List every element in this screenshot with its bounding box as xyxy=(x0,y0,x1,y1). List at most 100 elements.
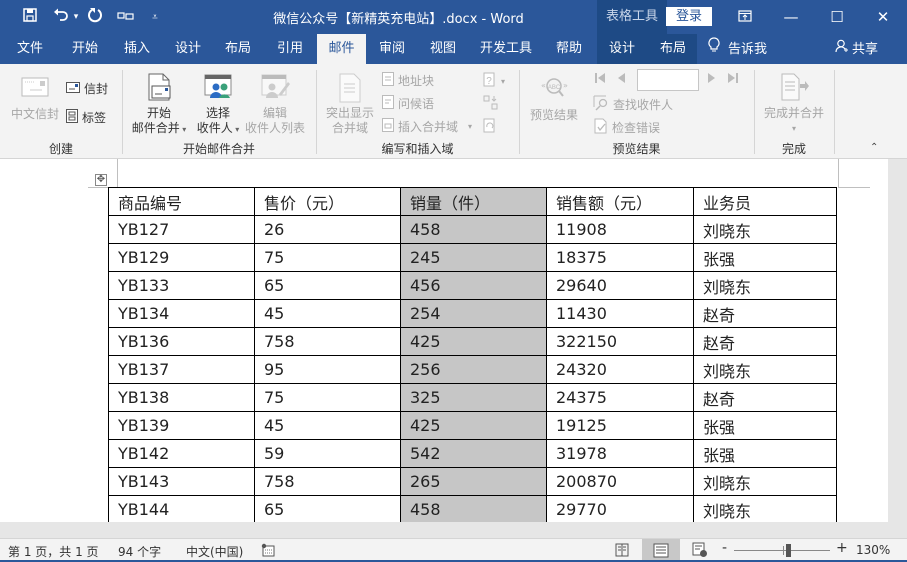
last-record-icon[interactable] xyxy=(727,72,739,87)
preview-results-button[interactable]: ABC « » 预览结果 xyxy=(526,76,582,123)
table-cell[interactable]: 265 xyxy=(400,467,547,496)
table-cell[interactable]: 赵奇 xyxy=(693,383,837,412)
table-cell[interactable]: 75 xyxy=(254,383,401,412)
table-cell[interactable]: 11908 xyxy=(546,215,694,244)
table-cell[interactable]: YB129 xyxy=(108,243,255,272)
tell-me-search[interactable]: 告诉我 xyxy=(708,34,788,64)
table-cell[interactable]: 刘晓东 xyxy=(693,467,837,496)
tab-references[interactable]: 引用 xyxy=(267,34,313,64)
tab-review[interactable]: 审阅 xyxy=(370,34,414,64)
table-header-cell[interactable]: 业务员 xyxy=(693,187,837,216)
zoom-slider-thumb[interactable] xyxy=(786,544,791,557)
table-cell[interactable]: 29640 xyxy=(546,271,694,300)
table-move-handle-icon[interactable]: ✥ xyxy=(95,174,107,186)
table-cell[interactable]: 425 xyxy=(400,327,547,356)
share-button[interactable]: 共享 xyxy=(835,34,887,64)
word-count[interactable]: 94 个字 xyxy=(118,543,161,560)
page-count[interactable]: 第 1 页，共 1 页 xyxy=(8,543,99,560)
table-cell[interactable]: YB136 xyxy=(108,327,255,356)
table-cell[interactable]: YB137 xyxy=(108,355,255,384)
web-layout-icon[interactable] xyxy=(692,542,708,561)
chinese-envelope-button[interactable]: 中文信封 xyxy=(8,76,62,122)
vertical-scrollbar[interactable] xyxy=(888,159,907,522)
zoom-level[interactable]: 130% xyxy=(856,543,890,557)
table-cell[interactable]: 赵奇 xyxy=(693,327,837,356)
finish-merge-button[interactable]: 完成并合并 ▾ xyxy=(760,72,828,136)
table-cell[interactable]: 65 xyxy=(254,271,401,300)
table-header-cell[interactable]: 销量（件） xyxy=(400,187,547,216)
table-cell[interactable]: 200870 xyxy=(546,467,694,496)
table-cell[interactable]: YB127 xyxy=(108,215,255,244)
tab-table-layout[interactable]: 布局 xyxy=(650,34,696,64)
table-cell[interactable]: 256 xyxy=(400,355,547,384)
table-cell[interactable]: 26 xyxy=(254,215,401,244)
table-cell[interactable]: 张强 xyxy=(693,439,837,468)
table-cell[interactable]: 24375 xyxy=(546,383,694,412)
tab-view[interactable]: 视图 xyxy=(420,34,466,64)
edit-recipient-list-button[interactable]: 编辑 收件人列表 xyxy=(244,72,306,136)
greeting-line-button[interactable]: 问候语 xyxy=(382,95,434,112)
table-cell[interactable]: YB144 xyxy=(108,495,255,522)
table-cell[interactable]: 59 xyxy=(254,439,401,468)
maximize-button[interactable]: ☐ xyxy=(814,0,860,34)
table-cell[interactable]: 325 xyxy=(400,383,547,412)
table-cell[interactable]: 758 xyxy=(254,467,401,496)
previous-record-icon[interactable] xyxy=(616,72,626,87)
tab-mailings[interactable]: 邮件 xyxy=(317,34,366,64)
table-cell[interactable]: 245 xyxy=(400,243,547,272)
table-cell[interactable]: 11430 xyxy=(546,299,694,328)
table-cell[interactable]: YB138 xyxy=(108,383,255,412)
table-cell[interactable]: YB143 xyxy=(108,467,255,496)
table-cell[interactable]: YB133 xyxy=(108,271,255,300)
record-number-input[interactable] xyxy=(637,69,699,91)
table-cell[interactable]: 刘晓东 xyxy=(693,271,837,300)
address-block-button[interactable]: 地址块 xyxy=(382,72,434,89)
tab-file[interactable]: 文件 xyxy=(8,34,52,64)
table-cell[interactable]: 19125 xyxy=(546,411,694,440)
table-cell[interactable]: 张强 xyxy=(693,243,837,272)
table-cell[interactable]: 刘晓东 xyxy=(693,495,837,522)
ribbon-display-options-button[interactable] xyxy=(722,0,768,34)
table-cell[interactable]: 542 xyxy=(400,439,547,468)
table-cell[interactable]: 254 xyxy=(400,299,547,328)
select-recipients-button[interactable]: 选择 收件人 ▾ xyxy=(192,72,244,137)
print-layout-button[interactable] xyxy=(642,539,680,562)
table-cell[interactable]: 425 xyxy=(400,411,547,440)
read-mode-icon[interactable] xyxy=(614,542,630,561)
tab-layout[interactable]: 布局 xyxy=(216,34,260,64)
table-cell[interactable]: 758 xyxy=(254,327,401,356)
first-record-icon[interactable] xyxy=(594,72,606,87)
next-record-icon[interactable] xyxy=(707,72,717,87)
table-cell[interactable]: 29770 xyxy=(546,495,694,522)
macro-recording-icon[interactable] xyxy=(261,543,275,560)
table-cell[interactable]: 322150 xyxy=(546,327,694,356)
table-cell[interactable]: 刘晓东 xyxy=(693,355,837,384)
table-cell[interactable]: 456 xyxy=(400,271,547,300)
table-cell[interactable]: 75 xyxy=(254,243,401,272)
update-labels-button[interactable] xyxy=(483,118,497,137)
table-cell[interactable]: YB139 xyxy=(108,411,255,440)
table-cell[interactable]: 65 xyxy=(254,495,401,522)
table-header-cell[interactable]: 售价（元） xyxy=(254,187,401,216)
table-cell[interactable]: 458 xyxy=(400,495,547,522)
start-mail-merge-button[interactable]: 开始 邮件合并 ▾ xyxy=(130,72,188,137)
tab-home[interactable]: 开始 xyxy=(62,34,108,64)
minimize-button[interactable]: — xyxy=(768,0,814,34)
labels-button[interactable]: 标签 xyxy=(66,109,106,126)
table-cell[interactable]: 458 xyxy=(400,215,547,244)
table-cell[interactable]: YB142 xyxy=(108,439,255,468)
table-cell[interactable]: 18375 xyxy=(546,243,694,272)
table-cell[interactable]: 95 xyxy=(254,355,401,384)
tab-table-design[interactable]: 设计 xyxy=(599,34,645,64)
find-recipient-button[interactable]: 查找收件人 xyxy=(593,95,673,114)
zoom-in-button[interactable]: + xyxy=(836,540,848,556)
login-button[interactable]: 登录 xyxy=(666,7,712,26)
close-button[interactable]: ✕ xyxy=(860,0,906,34)
table-cell[interactable]: 24320 xyxy=(546,355,694,384)
table-cell[interactable]: 张强 xyxy=(693,411,837,440)
zoom-slider-track[interactable] xyxy=(734,550,830,551)
match-fields-button[interactable] xyxy=(483,95,499,114)
table-cell[interactable]: 45 xyxy=(254,299,401,328)
table-cell[interactable]: YB134 xyxy=(108,299,255,328)
tab-insert[interactable]: 插入 xyxy=(115,34,159,64)
